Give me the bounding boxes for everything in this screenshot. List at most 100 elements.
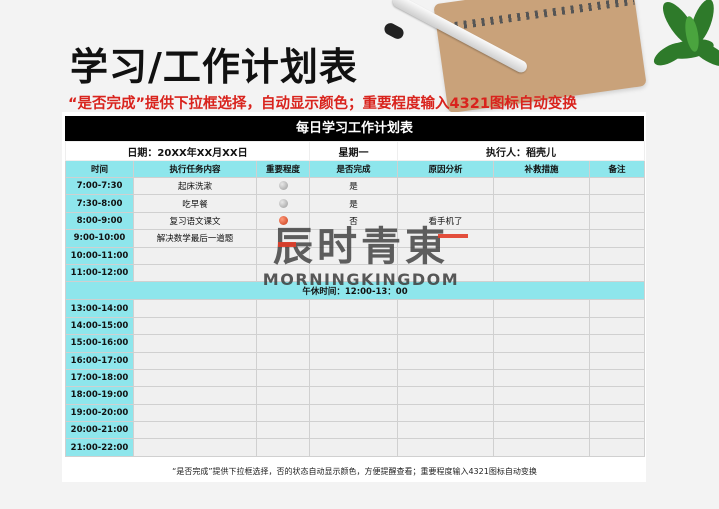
done-select[interactable]: 否	[309, 211, 399, 231]
remedy-cell[interactable]	[493, 368, 591, 388]
remedy-cell[interactable]	[493, 263, 591, 283]
note-cell[interactable]	[589, 299, 646, 318]
importance-cell[interactable]	[255, 176, 311, 196]
note-cell[interactable]	[589, 211, 646, 231]
task-cell[interactable]	[133, 368, 257, 388]
time-cell: 20:00-21:00	[65, 421, 134, 440]
importance-cell[interactable]	[255, 211, 311, 231]
remedy-cell[interactable]	[493, 176, 591, 196]
remedy-cell[interactable]	[493, 334, 591, 353]
task-cell[interactable]	[133, 386, 257, 405]
lunch-label: 午休时间：12:00-13：00	[64, 281, 646, 301]
task-cell[interactable]	[133, 334, 257, 353]
task-cell[interactable]: 解决数学最后一道题	[133, 229, 257, 248]
importance-cell[interactable]	[255, 403, 311, 423]
done-select[interactable]	[309, 403, 399, 423]
task-cell[interactable]	[133, 421, 257, 440]
executor-field[interactable]: 执行人：稻壳儿	[397, 141, 646, 161]
lunch-row: 午休时间：12:00-13：00	[64, 281, 646, 301]
reason-cell[interactable]	[397, 316, 495, 336]
weekday-field[interactable]: 星期一	[309, 141, 399, 161]
remedy-cell[interactable]	[493, 351, 591, 370]
reason-cell[interactable]	[397, 421, 495, 440]
remedy-cell[interactable]	[493, 229, 591, 248]
task-cell[interactable]: 吃早餐	[133, 194, 257, 213]
reason-cell[interactable]	[397, 263, 495, 283]
reason-cell[interactable]	[397, 229, 495, 248]
reason-cell[interactable]	[397, 438, 495, 457]
task-cell[interactable]: 起床洗漱	[133, 176, 257, 196]
reason-cell[interactable]: 看手机了	[397, 211, 495, 231]
importance-cell[interactable]	[255, 351, 311, 370]
table-row: 7:30-8:00 吃早餐 是	[65, 194, 646, 213]
header-time: 时间	[65, 160, 134, 178]
remedy-cell[interactable]	[493, 438, 591, 457]
note-cell[interactable]	[589, 334, 646, 353]
importance-cell[interactable]	[255, 421, 311, 440]
done-select[interactable]	[309, 229, 399, 248]
note-cell[interactable]	[589, 263, 646, 283]
remedy-cell[interactable]	[493, 211, 591, 231]
done-select[interactable]	[309, 421, 399, 440]
remedy-cell[interactable]	[493, 386, 591, 405]
remedy-cell[interactable]	[493, 194, 591, 213]
task-cell[interactable]	[133, 403, 257, 423]
task-cell[interactable]	[133, 351, 257, 370]
importance-cell[interactable]	[255, 438, 311, 457]
note-cell[interactable]	[589, 386, 646, 405]
note-cell[interactable]	[589, 229, 646, 248]
reason-cell[interactable]	[397, 403, 495, 423]
reason-cell[interactable]	[397, 194, 495, 213]
reason-cell[interactable]	[397, 176, 495, 196]
done-select[interactable]	[309, 351, 399, 370]
note-cell[interactable]	[589, 368, 646, 388]
note-cell[interactable]	[589, 403, 646, 423]
note-cell[interactable]	[589, 246, 646, 265]
done-select[interactable]	[309, 334, 399, 353]
done-select[interactable]	[309, 299, 399, 318]
remedy-cell[interactable]	[493, 246, 591, 265]
table-row: 14:00-15:00	[65, 316, 646, 336]
task-cell[interactable]	[133, 438, 257, 457]
importance-cell[interactable]	[255, 194, 311, 213]
task-cell[interactable]	[133, 316, 257, 336]
reason-cell[interactable]	[397, 299, 495, 318]
task-cell[interactable]	[133, 246, 257, 265]
note-cell[interactable]	[589, 316, 646, 336]
reason-cell[interactable]	[397, 368, 495, 388]
date-field[interactable]: 日期：20XX年XX月XX日	[64, 141, 311, 161]
note-cell[interactable]	[589, 176, 646, 196]
reason-cell[interactable]	[397, 386, 495, 405]
table-row: 7:00-7:30 起床洗漱 是	[65, 176, 646, 196]
remedy-cell[interactable]	[493, 316, 591, 336]
done-select[interactable]	[309, 263, 399, 283]
importance-cell[interactable]	[255, 263, 311, 283]
remedy-cell[interactable]	[493, 299, 591, 318]
done-select[interactable]	[309, 386, 399, 405]
importance-cell[interactable]	[255, 246, 311, 265]
remedy-cell[interactable]	[493, 403, 591, 423]
done-select[interactable]: 是	[309, 194, 399, 213]
done-select[interactable]	[309, 246, 399, 265]
done-select[interactable]	[309, 316, 399, 336]
done-select[interactable]: 是	[309, 176, 399, 196]
done-select[interactable]	[309, 438, 399, 457]
importance-cell[interactable]	[255, 334, 311, 353]
remedy-cell[interactable]	[493, 421, 591, 440]
reason-cell[interactable]	[397, 351, 495, 370]
task-cell[interactable]: 复习语文课文	[133, 211, 257, 231]
note-cell[interactable]	[589, 194, 646, 213]
reason-cell[interactable]	[397, 334, 495, 353]
done-select[interactable]	[309, 368, 399, 388]
importance-cell[interactable]	[255, 229, 311, 248]
task-cell[interactable]	[133, 263, 257, 283]
importance-cell[interactable]	[255, 368, 311, 388]
importance-cell[interactable]	[255, 316, 311, 336]
note-cell[interactable]	[589, 438, 646, 457]
importance-cell[interactable]	[255, 386, 311, 405]
note-cell[interactable]	[589, 421, 646, 440]
importance-cell[interactable]	[255, 299, 311, 318]
task-cell[interactable]	[133, 299, 257, 318]
note-cell[interactable]	[589, 351, 646, 370]
reason-cell[interactable]	[397, 246, 495, 265]
